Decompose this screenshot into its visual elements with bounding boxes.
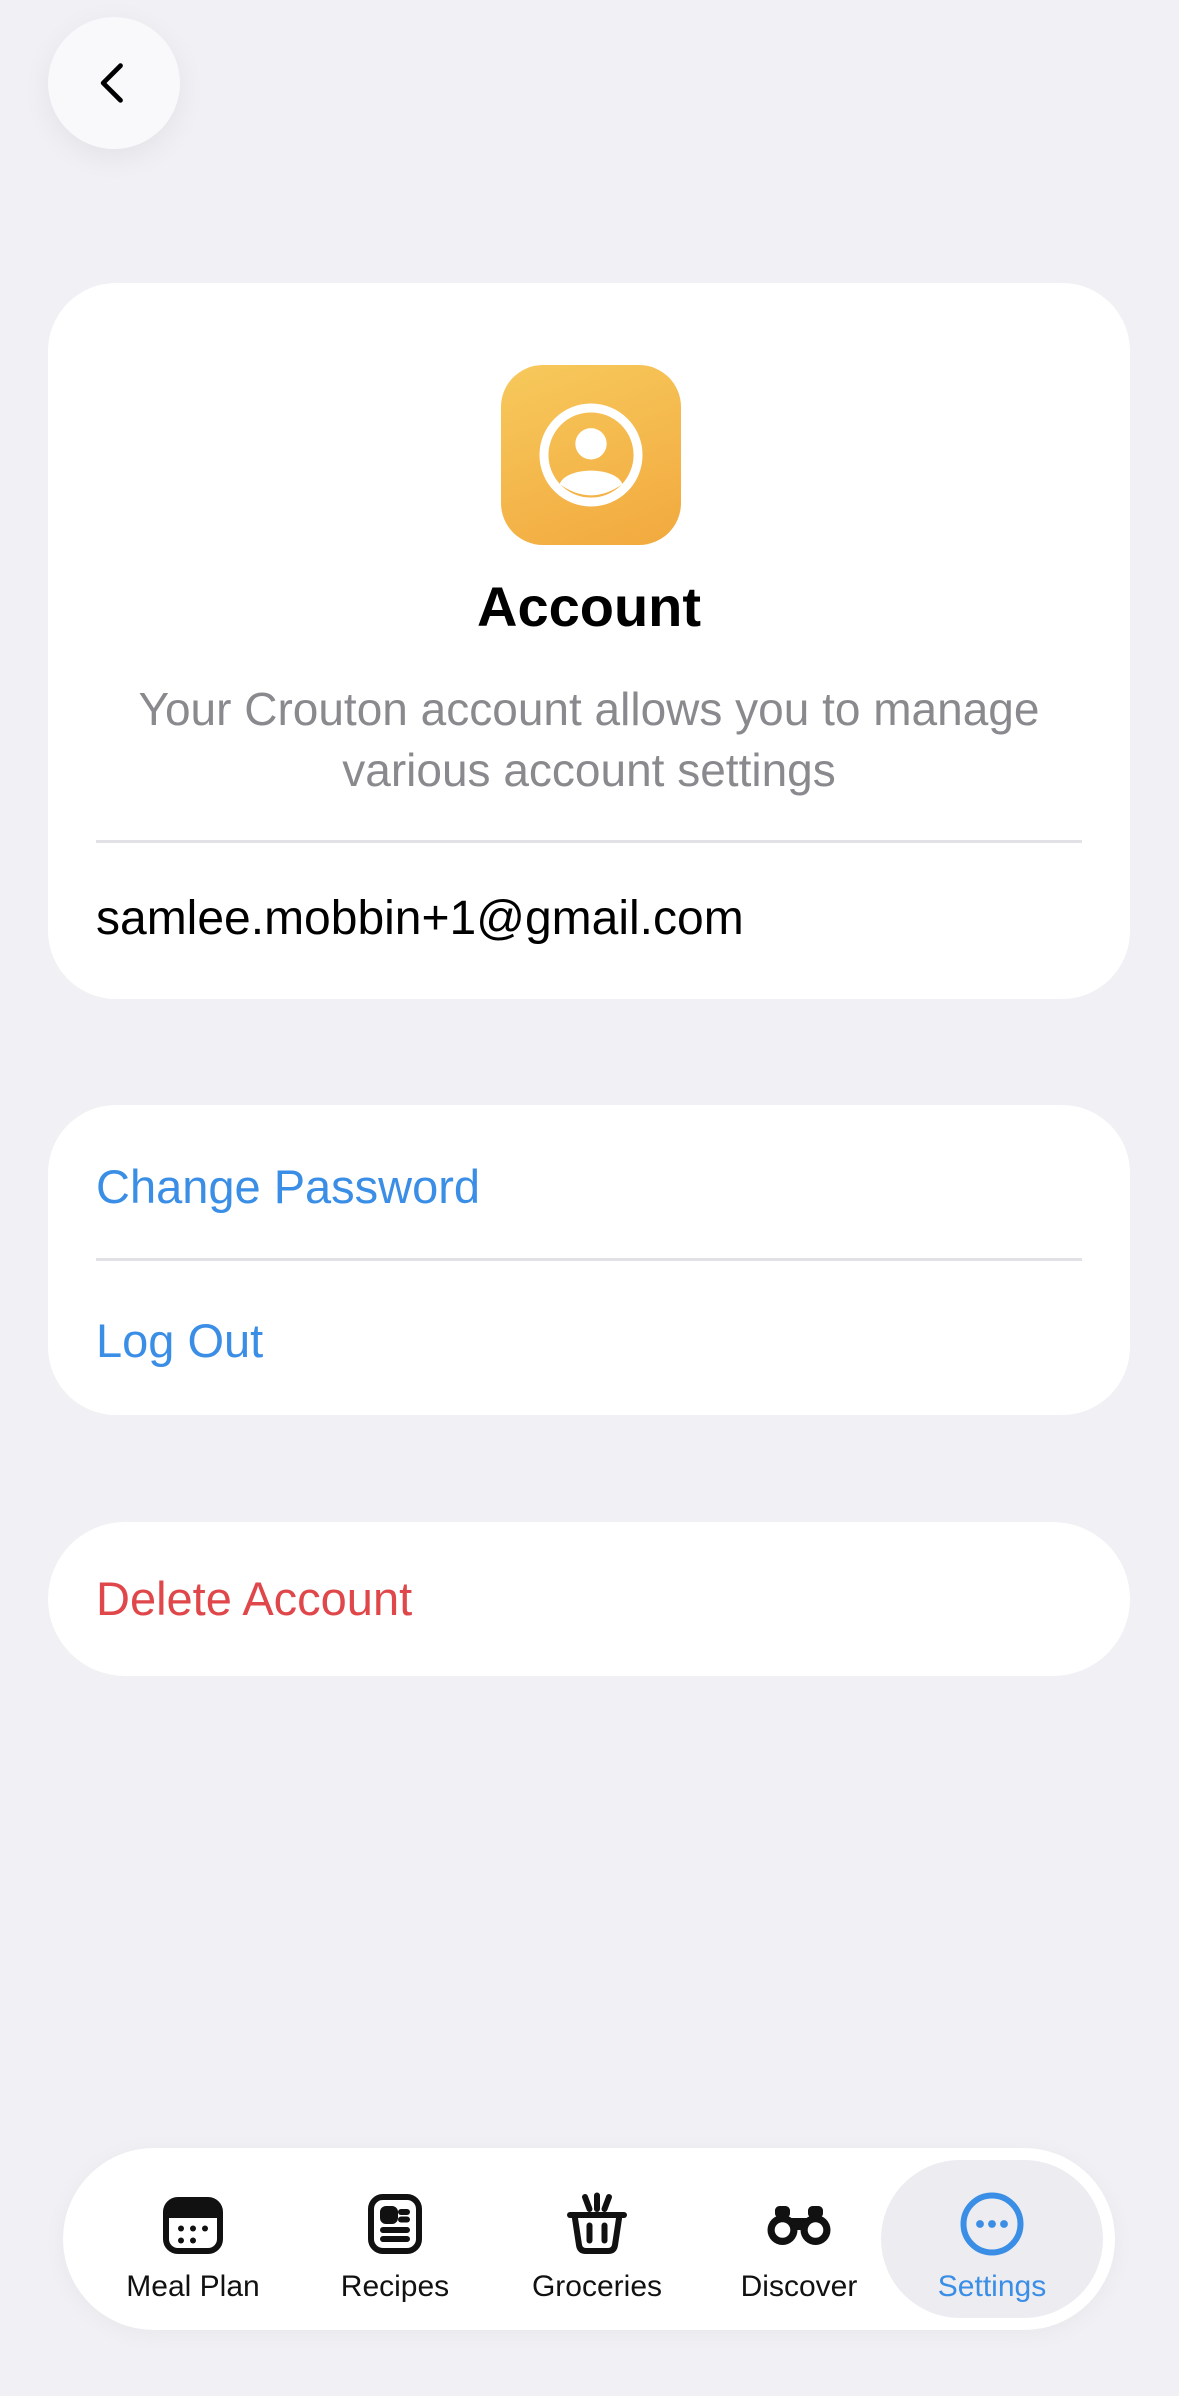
divider — [96, 840, 1082, 843]
tab-label: Meal Plan — [126, 2270, 260, 2303]
tab-groceries[interactable]: Groceries — [497, 2160, 697, 2318]
account-title: Account — [477, 575, 701, 638]
basket-icon — [567, 2192, 627, 2254]
tab-meal-plan[interactable]: Meal Plan — [93, 2160, 293, 2318]
account-actions-card: Change Password Log Out — [48, 1105, 1130, 1415]
account-description: Your Crouton account allows you to manag… — [138, 683, 1040, 796]
calendar-icon — [163, 2197, 223, 2254]
delete-account-button[interactable]: Delete Account — [96, 1575, 412, 1622]
chevron-left-icon — [100, 63, 123, 103]
change-password-button[interactable]: Change Password — [96, 1163, 480, 1210]
account-email: samlee.mobbin+1@gmail.com — [96, 892, 744, 945]
log-out-button[interactable]: Log Out — [96, 1317, 263, 1364]
tab-discover[interactable]: Discover — [699, 2160, 899, 2318]
binoculars-icon — [767, 2206, 831, 2245]
tab-label: Discover — [740, 2270, 858, 2303]
tab-bar: Meal Plan Recipes Groceries Discover Set… — [63, 2148, 1115, 2330]
delete-account-card: Delete Account — [48, 1522, 1130, 1676]
recipe-card-icon — [368, 2194, 422, 2254]
user-circle-icon — [539, 403, 643, 507]
tab-label: Recipes — [340, 2270, 450, 2303]
account-card: Account Your Crouton account allows you … — [48, 283, 1130, 999]
tab-recipes[interactable]: Recipes — [295, 2160, 495, 2318]
more-dots-icon — [960, 2192, 1024, 2256]
divider — [96, 1258, 1082, 1261]
tab-settings[interactable]: Settings — [881, 2160, 1103, 2318]
back-button[interactable] — [48, 17, 180, 149]
tab-label: Groceries — [531, 2270, 663, 2303]
account-app-icon — [501, 365, 681, 545]
tab-label: Settings — [937, 2270, 1047, 2303]
